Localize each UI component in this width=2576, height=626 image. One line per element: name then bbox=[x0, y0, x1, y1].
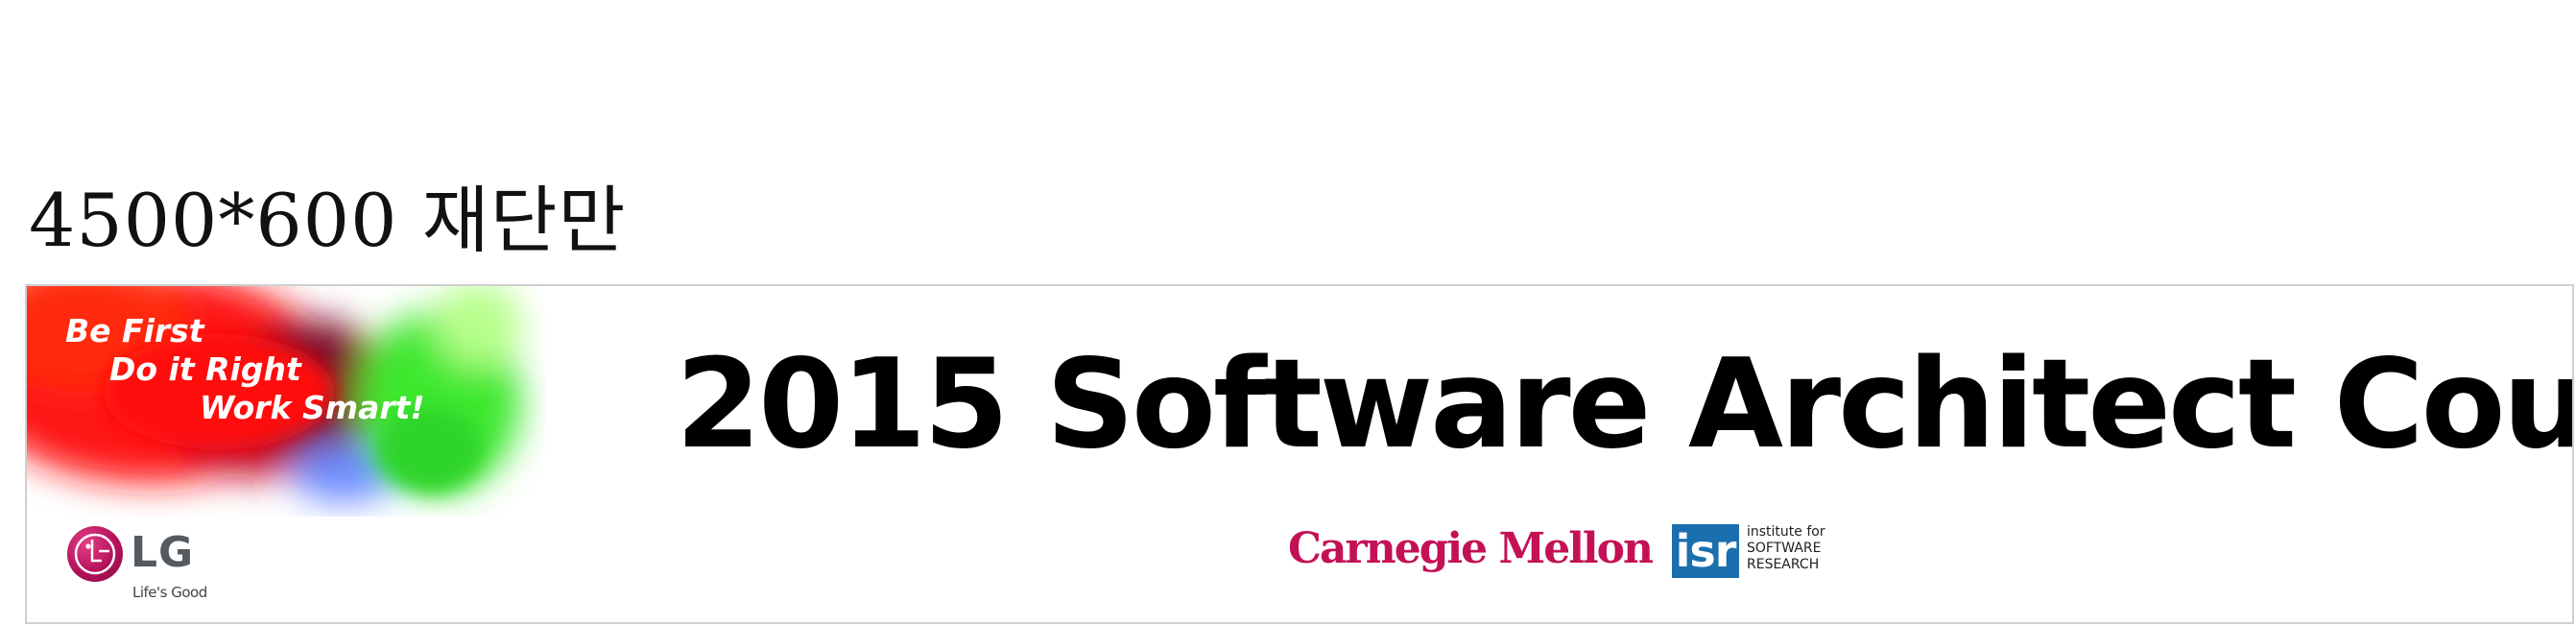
lg-logo: LG Life's Good bbox=[67, 526, 259, 603]
slogan-line-1: Be First bbox=[65, 312, 204, 349]
lg-face-icon bbox=[67, 526, 123, 582]
isr-line-3: RESEARCH bbox=[1747, 557, 1820, 572]
slogan-line-3: Work Smart! bbox=[200, 389, 425, 426]
isr-mark: isr bbox=[1672, 524, 1739, 578]
size-label: 4500*600 재단만 bbox=[29, 178, 627, 263]
isr-line-1: institute for bbox=[1747, 524, 1825, 540]
carnegie-mellon-logo: Carnegie Mellon bbox=[1288, 524, 1654, 573]
isr-text: institute for SOFTWARE RESEARCH bbox=[1747, 524, 1825, 573]
isr-logo: isr institute for SOFTWARE RESEARCH bbox=[1672, 520, 1864, 582]
slogan-line-2: Do it Right bbox=[109, 350, 301, 388]
lg-tagline: Life's Good bbox=[132, 584, 207, 601]
banner: Be First Do it Right Work Smart! 2015 So… bbox=[25, 284, 2574, 624]
headline: 2015 Software Architect Course bbox=[676, 333, 2574, 476]
lg-wordmark: LG bbox=[131, 528, 195, 577]
isr-line-2: SOFTWARE bbox=[1747, 541, 1822, 556]
